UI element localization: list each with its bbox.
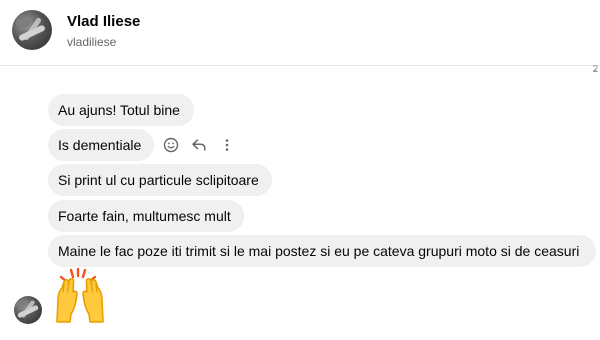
contact-name[interactable]: Vlad Iliese xyxy=(67,13,140,30)
contact-username: vladiliese xyxy=(67,35,117,49)
react-icon[interactable] xyxy=(162,136,180,154)
message-actions xyxy=(162,134,236,156)
more-options-icon[interactable] xyxy=(218,136,236,154)
reply-icon[interactable] xyxy=(190,136,208,154)
message-bubble[interactable]: Au ajuns! Totul bine xyxy=(48,94,194,126)
contact-avatar-small[interactable] xyxy=(14,296,42,324)
conversation-header: Vlad Iliese vladiliese xyxy=(0,0,600,66)
message-bubble[interactable]: Foarte fain, multumesc mult xyxy=(48,200,244,232)
message-bubble[interactable]: Si print ul cu particule sclipitoare xyxy=(48,164,272,196)
chevron-up-icon[interactable]: ⌃ xyxy=(591,68,599,79)
raising-hands-icon[interactable] xyxy=(52,267,108,324)
message-bubble[interactable]: Maine le fac poze iti trimit si le mai p… xyxy=(48,235,596,267)
message-bubble[interactable]: Is dementiale xyxy=(48,129,154,161)
contact-avatar[interactable] xyxy=(12,10,52,50)
